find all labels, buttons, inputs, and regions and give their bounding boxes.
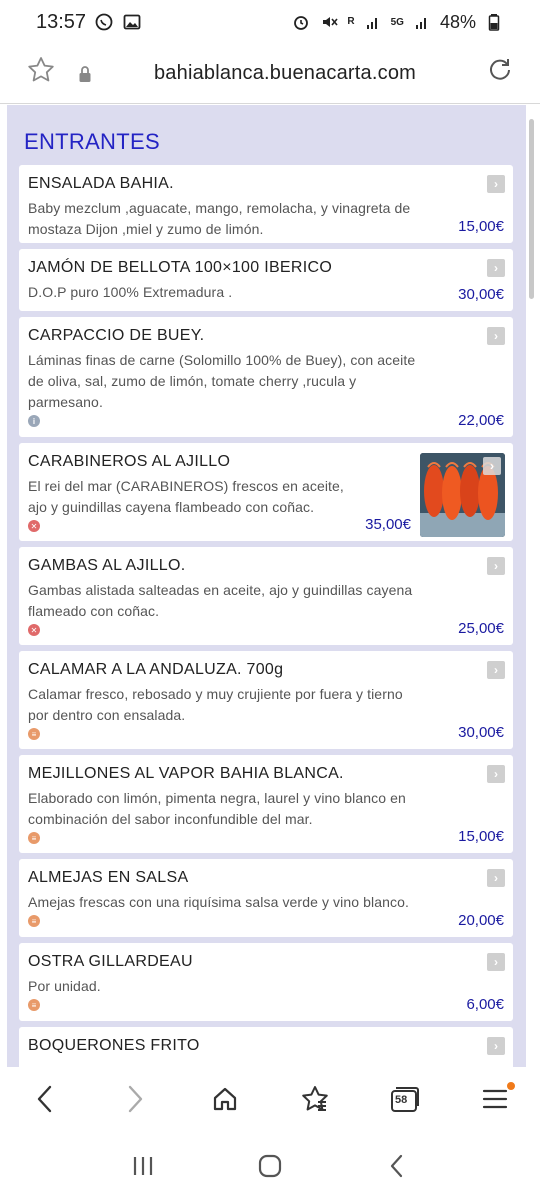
url-field[interactable]: bahiablanca.buenacarta.com — [100, 62, 470, 85]
chevron-right-icon[interactable]: › — [487, 1037, 505, 1055]
chevron-right-icon[interactable]: › — [487, 175, 505, 193]
item-name: CARPACCIO DE BUEY. — [28, 327, 205, 344]
status-left: 13:57 — [36, 11, 142, 34]
home-icon[interactable] — [195, 1074, 255, 1124]
chevron-right-icon[interactable]: › — [487, 259, 505, 277]
lock-icon[interactable] — [70, 65, 100, 83]
item-name: OSTRA GILLARDEAU — [28, 953, 193, 970]
item-desc: D.O.P puro 100% Extremadura . — [28, 284, 233, 300]
system-nav — [0, 1131, 540, 1200]
reload-icon[interactable] — [470, 56, 514, 91]
browser-bottom-nav: 58 — [0, 1067, 540, 1131]
item-name: MEJILLONES AL VAPOR BAHIA BLANCA. — [28, 765, 344, 782]
menu-item-carpaccio[interactable]: CARPACCIO DE BUEY. Láminas finas de carn… — [19, 317, 513, 437]
menu-item-ostra[interactable]: OSTRA GILLARDEAU Por unidad. ≡ 6,00€ › — [19, 943, 513, 1021]
menu-item-calamar[interactable]: CALAMAR A LA ANDALUZA. 700g Calamar fres… — [19, 651, 513, 749]
home-button-icon[interactable] — [245, 1141, 295, 1191]
item-desc: Gambas alistada salteadas en aceite, ajo… — [28, 582, 413, 619]
menu-item-carabineros[interactable]: CARABINEROS AL AJILLO El rei del mar (CA… — [19, 443, 513, 541]
network-label: 5G — [390, 16, 404, 28]
item-price: 30,00€ — [458, 286, 504, 303]
battery-icon — [484, 12, 504, 32]
item-price: 15,00€ — [458, 218, 504, 235]
item-name: BOQUERONES FRITO — [28, 1037, 200, 1054]
item-price: 15,00€ — [458, 828, 504, 845]
item-price: 20,00€ — [458, 912, 504, 929]
menu-item-mejillones[interactable]: MEJILLONES AL VAPOR BAHIA BLANCA. Elabor… — [19, 755, 513, 853]
item-desc: Por unidad. — [28, 978, 101, 994]
chevron-right-icon[interactable]: › — [487, 953, 505, 971]
tabs-icon[interactable]: 58 — [375, 1074, 435, 1124]
mute-icon — [319, 12, 339, 32]
item-name: CALAMAR A LA ANDALUZA. 700g — [28, 661, 284, 678]
roaming-label: R — [347, 16, 355, 27]
recents-icon[interactable] — [118, 1141, 168, 1191]
signal-icon — [363, 12, 383, 32]
allergen-icon: ≡ — [28, 915, 40, 927]
item-price: 25,00€ — [458, 620, 504, 637]
item-price: 35,00€ — [365, 516, 411, 533]
info-icon: i — [28, 415, 40, 427]
chevron-left-icon[interactable] — [15, 1074, 75, 1124]
menu-item-jamon-bellota[interactable]: JAMÓN DE BELLOTA 100×100 IBERICO D.O.P p… — [19, 249, 513, 311]
item-desc: El rei del mar (CARABINEROS) frescos en … — [28, 478, 344, 515]
chevron-right-icon[interactable]: › — [483, 457, 501, 475]
signal-icon-2 — [412, 12, 432, 32]
battery-percent: 48% — [439, 11, 476, 32]
chevron-right-icon[interactable] — [105, 1074, 165, 1124]
chevron-right-icon[interactable]: › — [487, 765, 505, 783]
item-name: ALMEJAS EN SALSA — [28, 869, 189, 886]
menu-item-almejas[interactable]: ALMEJAS EN SALSA Amejas frescas con una … — [19, 859, 513, 937]
status-time: 13:57 — [36, 10, 87, 33]
menu-container: ENTRANTES ENSALADA BAHIA. Baby mezclum ,… — [7, 105, 526, 1067]
allergen-icon: ≡ — [28, 832, 40, 844]
tabs-count: 58 — [395, 1094, 408, 1106]
gallery-icon — [122, 12, 142, 32]
status-right: R 5G 48% — [291, 12, 504, 33]
chevron-right-icon[interactable]: › — [487, 557, 505, 575]
item-price: 6,00€ — [466, 996, 504, 1013]
allergen-icon: ≡ — [28, 728, 40, 740]
item-desc: Baby mezclum ,aguacate, mango, remolacha… — [28, 200, 411, 237]
item-desc: Láminas finas de carne (Solomillo 100% d… — [28, 352, 416, 410]
chevron-right-icon[interactable]: › — [487, 327, 505, 345]
chevron-right-icon[interactable]: › — [487, 661, 505, 679]
item-price: 30,00€ — [458, 724, 504, 741]
back-icon[interactable] — [372, 1141, 422, 1191]
address-bar: bahiablanca.buenacarta.com — [0, 44, 540, 104]
chevron-right-icon[interactable]: › — [487, 869, 505, 887]
allergen-icon: ✕ — [28, 520, 40, 532]
hamburger-icon[interactable] — [465, 1074, 525, 1124]
section-title: ENTRANTES — [24, 129, 160, 154]
star-icon[interactable] — [26, 55, 70, 93]
item-name: CARABINEROS AL AJILLO — [28, 453, 231, 470]
dish-photo[interactable]: › — [420, 453, 505, 537]
allergen-icon: ✕ — [28, 624, 40, 636]
alarm-icon — [291, 12, 311, 32]
item-price: 22,00€ — [458, 412, 504, 429]
item-desc: Elaborado con limón, pimenta negra, laur… — [28, 790, 406, 827]
item-name: ENSALADA BAHIA. — [28, 175, 174, 192]
bookmarks-icon[interactable] — [285, 1074, 345, 1124]
menu-item-boquerones[interactable]: BOQUERONES FRITO › — [19, 1027, 513, 1067]
page-content: ENTRANTES ENSALADA BAHIA. Baby mezclum ,… — [0, 105, 540, 1067]
notification-dot — [507, 1082, 515, 1090]
item-desc: Calamar fresco, rebosado y muy crujiente… — [28, 686, 403, 723]
item-desc: Amejas frescas con una riquísima salsa v… — [28, 894, 409, 910]
item-name: GAMBAS AL AJILLO. — [28, 557, 186, 574]
menu-item-ensalada-bahia[interactable]: ENSALADA BAHIA. Baby mezclum ,aguacate, … — [19, 165, 513, 243]
scrollbar[interactable] — [529, 119, 534, 299]
whatsapp-icon — [94, 12, 114, 32]
allergen-icon: ≡ — [28, 999, 40, 1011]
item-name: JAMÓN DE BELLOTA 100×100 IBERICO — [28, 259, 333, 276]
status-bar: 13:57 R 5G 48% — [0, 0, 540, 44]
menu-item-gambas-ajillo[interactable]: GAMBAS AL AJILLO. Gambas alistada saltea… — [19, 547, 513, 645]
